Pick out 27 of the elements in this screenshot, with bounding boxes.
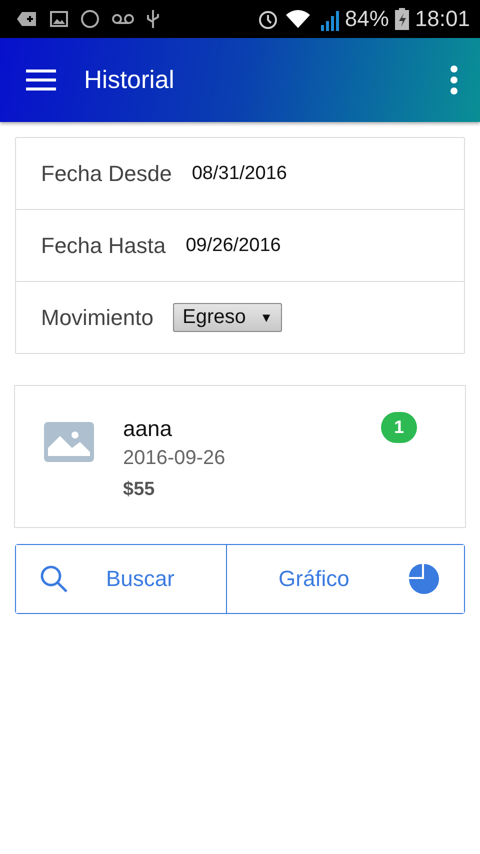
more-options-icon[interactable] — [450, 65, 458, 95]
screen-title: Historial — [84, 66, 176, 94]
field-label: Fecha Desde — [41, 160, 172, 186]
field-label: Fecha Hasta — [41, 232, 166, 258]
alarm-icon — [256, 8, 279, 30]
item-name: aana — [123, 416, 173, 442]
date-field[interactable]: 09/26/2016 — [186, 234, 281, 256]
item-amount: $55 — [123, 479, 156, 501]
count-badge: 1 — [381, 412, 417, 443]
voicemail-icon — [112, 13, 134, 25]
search-button[interactable]: Buscar — [16, 545, 226, 613]
clock-time: 18:01 — [414, 6, 470, 32]
date-field[interactable]: 08/31/2016 — [192, 162, 287, 184]
battery-percent: 84% — [344, 6, 389, 32]
menu-icon[interactable] — [26, 69, 56, 91]
image-icon — [50, 11, 68, 27]
image-placeholder-icon — [44, 422, 94, 462]
item-date: 2016-09-26 — [123, 447, 226, 470]
usb-icon — [146, 9, 160, 29]
battery-icon — [394, 8, 409, 30]
pie-chart-icon — [408, 563, 440, 595]
wifi-icon — [284, 9, 311, 29]
field-label: Movimiento — [41, 304, 154, 330]
movement-dropdown[interactable]: Egreso ▼ — [173, 303, 282, 332]
notification-icon — [16, 10, 38, 28]
search-icon — [40, 565, 68, 593]
history-item-card[interactable]: aana 2016-09-26 $55 1 — [14, 385, 466, 528]
